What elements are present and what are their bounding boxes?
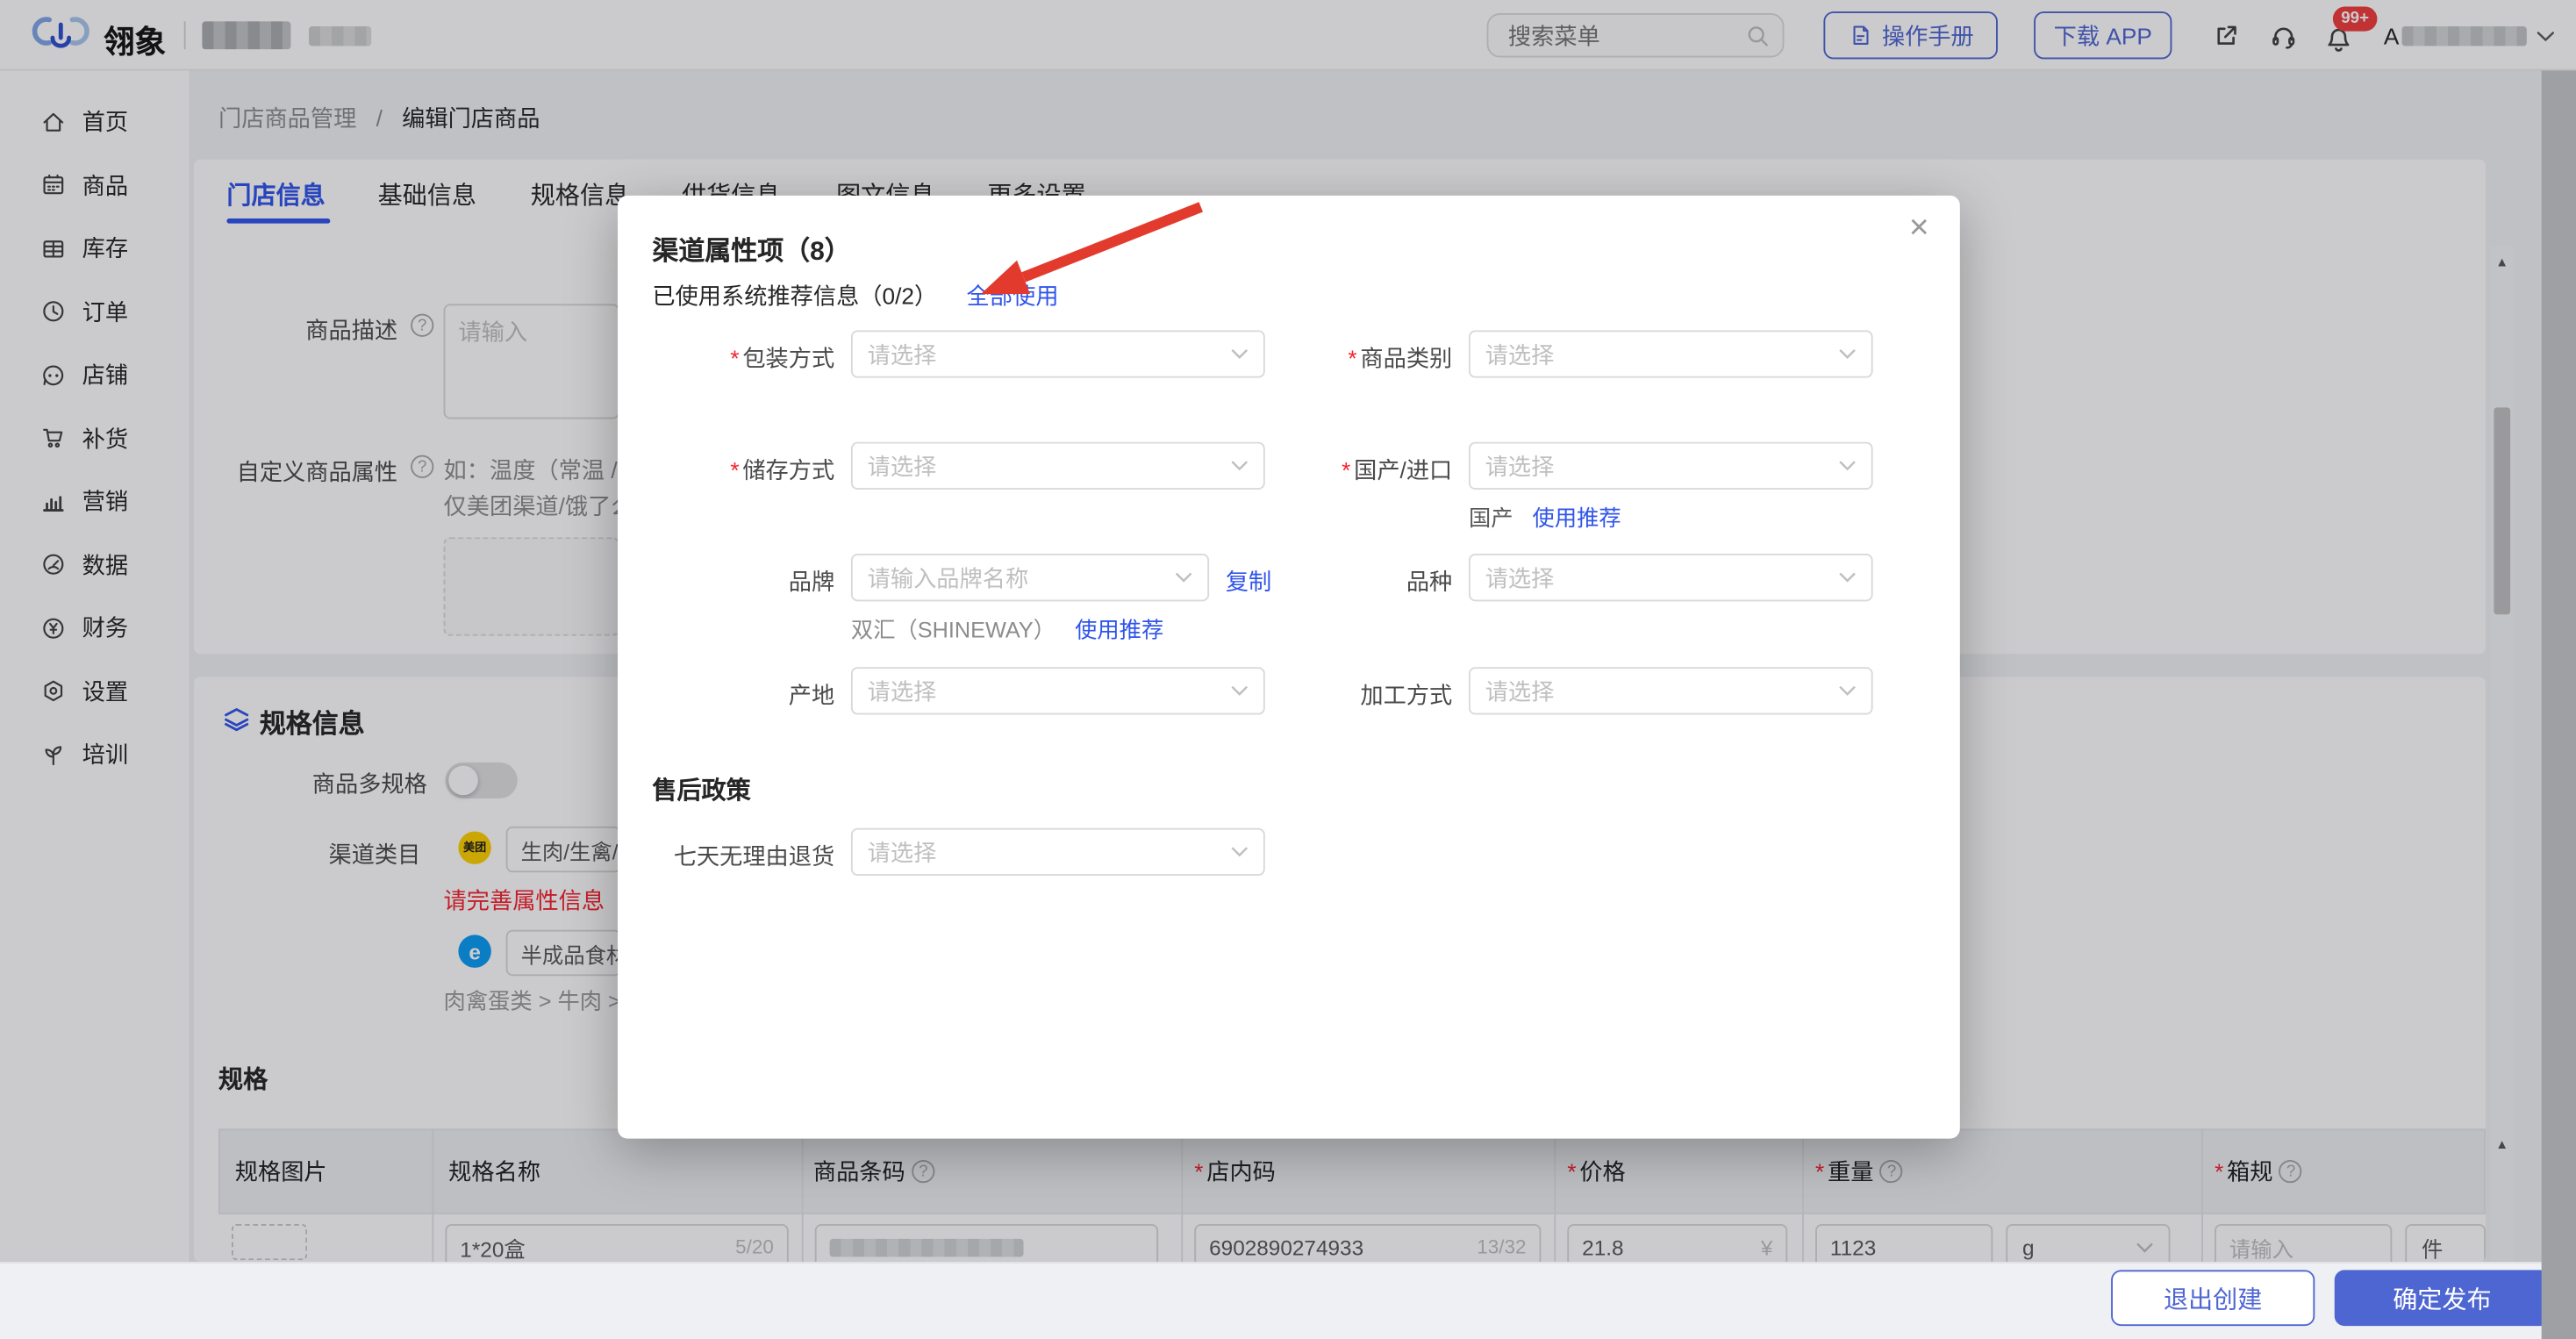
- seven-day-return-select[interactable]: 请选择: [851, 828, 1265, 876]
- origin-type-select[interactable]: 请选择: [1469, 442, 1873, 490]
- aftersale-section-title: 售后政策: [652, 772, 750, 806]
- brand-recommend-value: 双汇（SHINEWAY）: [851, 618, 1055, 642]
- origin-place-label: 产地: [618, 678, 834, 711]
- footer-bar: 退出创建 确定发布: [0, 1262, 2576, 1339]
- exit-create-button[interactable]: 退出创建: [2111, 1270, 2315, 1326]
- origin-type-recommend-row: 国产 使用推荐: [1469, 499, 1621, 532]
- origin-place-select[interactable]: 请选择: [851, 667, 1265, 714]
- product-category-select[interactable]: 请选择: [1469, 330, 1873, 377]
- processing-label: 加工方式: [1235, 678, 1452, 711]
- app-root: 翎象 操作手册 下载 APP 99+ A: [0, 0, 2576, 1339]
- use-all-link[interactable]: 全部使用: [967, 283, 1059, 309]
- brand-select[interactable]: 请输入品牌名称: [851, 554, 1209, 601]
- storage-label: *储存方式: [618, 454, 834, 486]
- page-scrollbar[interactable]: [2542, 71, 2576, 1339]
- brand-use-recommend-link[interactable]: 使用推荐: [1075, 618, 1163, 642]
- seven-day-return-label: 七天无理由退货: [618, 840, 834, 872]
- processing-select[interactable]: 请选择: [1469, 667, 1873, 714]
- chevron-down-icon: [1838, 572, 1857, 584]
- packaging-label: *包装方式: [618, 341, 834, 374]
- brand-label: 品牌: [618, 565, 834, 598]
- origin-type-label: *国产/进口: [1235, 454, 1452, 486]
- chevron-down-icon: [1838, 460, 1857, 471]
- close-icon[interactable]: ×: [1909, 211, 1929, 245]
- variety-label: 品种: [1235, 565, 1452, 598]
- storage-select[interactable]: 请选择: [851, 442, 1265, 490]
- modal-subtitle-row: 已使用系统推荐信息（0/2） 全部使用: [652, 279, 1058, 311]
- chevron-down-icon: [1230, 846, 1249, 857]
- packaging-select[interactable]: 请选择: [851, 330, 1265, 377]
- used-recommend-info: 已使用系统推荐信息（0/2）: [652, 283, 937, 309]
- chevron-down-icon: [1175, 572, 1193, 584]
- variety-select[interactable]: 请选择: [1469, 554, 1873, 601]
- brand-recommend-row: 双汇（SHINEWAY） 使用推荐: [851, 612, 1163, 644]
- chevron-down-icon: [1838, 685, 1857, 697]
- modal-title: 渠道属性项（8）: [652, 228, 850, 268]
- product-category-label: *商品类别: [1235, 341, 1452, 374]
- origin-use-recommend-link[interactable]: 使用推荐: [1533, 506, 1621, 531]
- origin-recommend-value: 国产: [1469, 506, 1513, 531]
- chevron-down-icon: [1838, 348, 1857, 360]
- channel-attributes-modal: 渠道属性项（8） × 已使用系统推荐信息（0/2） 全部使用 *包装方式 请选择…: [618, 196, 1960, 1139]
- confirm-publish-button[interactable]: 确定发布: [2335, 1270, 2550, 1326]
